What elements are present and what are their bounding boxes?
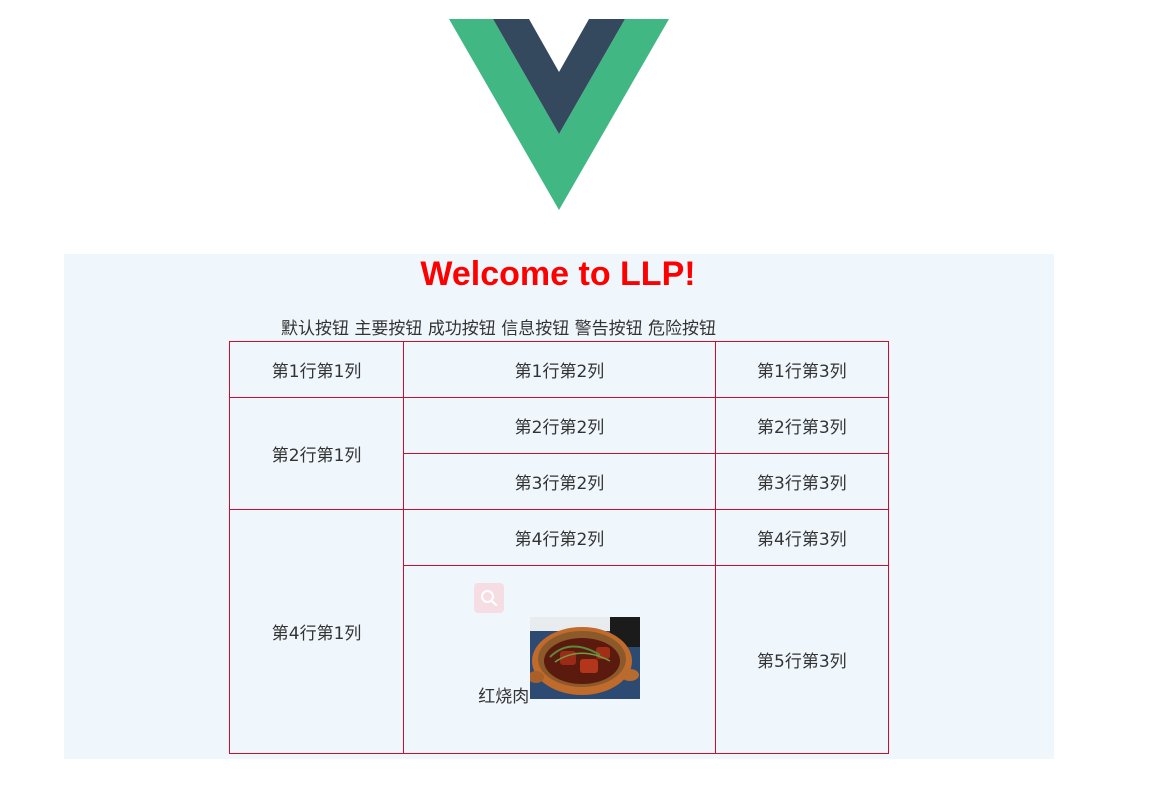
table-cell: 第5行第3列	[714, 565, 890, 754]
primary-button[interactable]: 主要按钮	[354, 319, 422, 339]
page-title: Welcome to LLP!	[420, 255, 696, 293]
warning-button[interactable]: 警告按钮	[575, 319, 643, 339]
data-table: 第1行第1列 第1行第2列 第1行第3列 第2行第1列 第2行第2列 第2行第3…	[228, 341, 890, 754]
table-cell: 第2行第3列	[714, 397, 890, 454]
vue-logo	[449, 19, 669, 210]
table-cell: 第1行第2列	[403, 341, 716, 398]
table-cell: 第1行第1列	[228, 341, 405, 398]
table-cell: 第4行第2列	[403, 509, 716, 566]
info-button[interactable]: 信息按钮	[501, 319, 569, 339]
table-cell: 第4行第3列	[714, 509, 890, 566]
table-cell: 第4行第1列	[228, 509, 405, 754]
success-button[interactable]: 成功按钮	[428, 319, 496, 339]
table-cell: 第2行第2列	[403, 397, 716, 454]
table-cell: 第1行第3列	[714, 341, 890, 398]
default-button[interactable]: 默认按钮	[281, 319, 349, 339]
table-cell: 第3行第3列	[714, 453, 890, 510]
dish-label: 红烧肉	[478, 687, 530, 707]
search-icon[interactable]	[474, 583, 505, 613]
table-row: 第1行第1列 第1行第2列 第1行第3列	[228, 341, 890, 398]
button-row: 默认按钮 主要按钮 成功按钮 信息按钮 警告按钮 危险按钮	[281, 318, 716, 340]
table-row: 第2行第1列 第2行第2列 第2行第3列	[228, 397, 890, 510]
table-cell: 第3行第2列	[403, 453, 716, 510]
vue-logo-icon	[449, 19, 669, 210]
table-row: 第4行第1列 第4行第2列 第4行第3列	[228, 509, 890, 754]
danger-button[interactable]: 危险按钮	[648, 319, 716, 339]
braised-pork-image	[530, 617, 641, 699]
table-cell: 第2行第1列	[228, 397, 405, 510]
dish-cell: 红烧肉	[403, 565, 716, 754]
